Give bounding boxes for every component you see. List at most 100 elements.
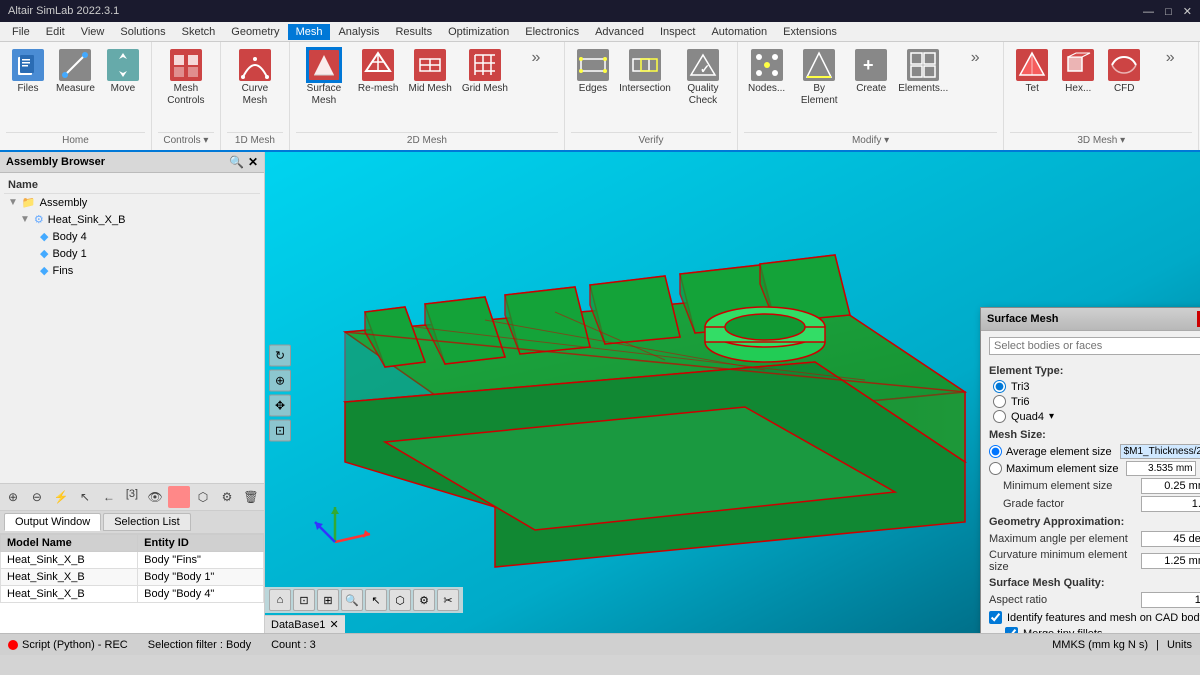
heatsink-label: Heat_Sink_X_B <box>48 214 126 226</box>
menu-inspect[interactable]: Inspect <box>652 24 703 40</box>
tb-expand-icon[interactable]: ⊕ <box>2 486 24 508</box>
ribbon-group-2dmesh: Surface Mesh Re-mesh Mid Mesh Grid Mesh … <box>290 42 565 150</box>
vp-mesh-btn[interactable]: ⬡ <box>389 589 411 611</box>
radio-max-size[interactable] <box>989 462 1002 475</box>
tb-delete-icon[interactable]: 🗑 <box>240 486 262 508</box>
col-entity-id: Entity ID <box>138 535 264 552</box>
vc-pan-btn[interactable]: ✥ <box>269 394 291 416</box>
menu-optimization[interactable]: Optimization <box>440 24 517 40</box>
vp-frame-btn[interactable]: ⊡ <box>293 589 315 611</box>
tb-settings-icon[interactable]: ⚙ <box>216 486 238 508</box>
menu-file[interactable]: File <box>4 24 38 40</box>
identify-features-row: Identify features and mesh on CAD body <box>989 611 1200 624</box>
vp-home-btn[interactable]: ⌂ <box>269 589 291 611</box>
radio-tri3-input[interactable] <box>993 380 1006 393</box>
ribbon-btn-more-2d[interactable]: » <box>514 46 558 70</box>
close-btn[interactable]: ✕ <box>1183 6 1192 18</box>
menu-analysis[interactable]: Analysis <box>330 24 387 40</box>
tb-color-icon[interactable] <box>168 486 190 508</box>
identify-features-checkbox[interactable] <box>989 611 1002 624</box>
vc-rotate-btn[interactable]: ↻ <box>269 344 291 366</box>
ribbon-btn-tet[interactable]: Tet <box>1010 46 1054 98</box>
vp-settings-btn[interactable]: ⚙ <box>413 589 435 611</box>
vp-select-btn[interactable]: ↖ <box>365 589 387 611</box>
radio-tri3[interactable]: Tri3 <box>993 380 1200 393</box>
viewport-tab-close[interactable]: ✕ <box>329 618 338 631</box>
tab-output-window[interactable]: Output Window <box>4 513 101 531</box>
avg-size-value[interactable]: $M1_Thickness/2 <box>1120 444 1200 459</box>
tab-selection-list[interactable]: Selection List <box>103 513 190 531</box>
search-icon[interactable]: 🔍 <box>229 155 244 169</box>
radio-quad4-input[interactable] <box>993 410 1006 423</box>
ribbon-btn-more-modify[interactable]: » <box>953 46 997 70</box>
ribbon-btn-edges[interactable]: Edges <box>571 46 615 98</box>
ribbon-btn-remesh[interactable]: Re-mesh <box>354 46 403 98</box>
radio-quad4[interactable]: Quad4 ▾ <box>993 410 1200 423</box>
ribbon-btn-hex[interactable]: Hex... <box>1056 46 1100 98</box>
select-bodies-input[interactable] <box>989 337 1200 355</box>
vc-fit-btn[interactable]: ⊡ <box>269 419 291 441</box>
tb-collapse-icon[interactable]: ⊖ <box>26 486 48 508</box>
tb-mesh-icon[interactable]: ⬡ <box>192 486 214 508</box>
tree-item-fins[interactable]: ◆ Fins <box>4 262 260 279</box>
ribbon-btn-grid-mesh[interactable]: Grid Mesh <box>458 46 512 98</box>
minimize-btn[interactable]: — <box>1143 6 1154 18</box>
vp-zoom-in-btn[interactable]: 🔍 <box>341 589 363 611</box>
quad4-expand-icon[interactable]: ▾ <box>1049 411 1054 422</box>
maximize-btn[interactable]: □ <box>1165 6 1172 18</box>
menu-electronics[interactable]: Electronics <box>517 24 587 40</box>
tree-item-body4[interactable]: ◆ Body 4 <box>4 228 260 245</box>
ribbon-btn-mesh-controls[interactable]: Mesh Controls <box>158 46 214 110</box>
tree-item-heatsink[interactable]: ▼ ⚙ Heat_Sink_X_B <box>4 211 260 228</box>
aspect-ratio-value[interactable]: 10 <box>1141 592 1200 608</box>
menu-view[interactable]: View <box>73 24 113 40</box>
menu-extensions[interactable]: Extensions <box>775 24 845 40</box>
menu-results[interactable]: Results <box>387 24 440 40</box>
viewport[interactable]: ↻ ⊕ ✥ ⊡ ⌂ ⊡ ⊞ 🔍 ↖ ⬡ ⚙ ✂ DataBase1 ✕ Surf… <box>265 152 1200 633</box>
ribbon-btn-more-3d[interactable]: » <box>1148 46 1192 70</box>
tree-item-assembly[interactable]: ▼ 📁 Assembly <box>4 194 260 211</box>
grade-factor-value[interactable]: 1.5 <box>1141 496 1200 512</box>
vc-zoom-btn[interactable]: ⊕ <box>269 369 291 391</box>
tree-item-body1[interactable]: ◆ Body 1 <box>4 245 260 262</box>
dialog-body: Element Type: Tri3 Tri6 Quad4 ▾ <box>981 331 1200 633</box>
ribbon-btn-create[interactable]: + Create <box>849 46 893 98</box>
menu-sketch[interactable]: Sketch <box>174 24 224 40</box>
ribbon-btn-move[interactable]: Move <box>101 46 145 98</box>
ribbon-btn-nodes[interactable]: Nodes... <box>744 46 789 98</box>
assembly-browser: Assembly Browser 🔍 ✕ Name ▼ 📁 Assembly ▼… <box>0 152 264 483</box>
menu-solutions[interactable]: Solutions <box>112 24 173 40</box>
close-panel-icon[interactable]: ✕ <box>248 155 258 169</box>
tb-back-icon[interactable]: ← <box>98 486 120 508</box>
radio-avg-size[interactable] <box>989 445 1002 458</box>
radio-tri6[interactable]: Tri6 <box>993 395 1200 408</box>
ribbon-btn-surface-mesh[interactable]: Surface Mesh <box>296 46 352 110</box>
menu-advanced[interactable]: Advanced <box>587 24 652 40</box>
ribbon-btn-measure[interactable]: Measure <box>52 46 99 98</box>
vp-clip-btn[interactable]: ✂ <box>437 589 459 611</box>
ribbon-btn-files[interactable]: Files <box>6 46 50 98</box>
vp-zoom-fit-btn[interactable]: ⊞ <box>317 589 339 611</box>
ribbon-btn-quality-check[interactable]: ✓ Quality Check <box>675 46 731 110</box>
dialog-titlebar[interactable]: Surface Mesh ✕ <box>981 308 1200 331</box>
menu-geometry[interactable]: Geometry <box>223 24 287 40</box>
menu-mesh[interactable]: Mesh <box>288 24 331 40</box>
tb-hide-icon[interactable]: 👁 <box>144 486 166 508</box>
tb-select-icon[interactable]: ↖ <box>74 486 96 508</box>
move-icon <box>107 49 139 81</box>
ribbon-btn-by-element[interactable]: By Element <box>791 46 847 110</box>
ribbon-btn-curve-mesh[interactable]: Curve Mesh <box>227 46 283 110</box>
ribbon-btn-intersection[interactable]: Intersection <box>617 46 673 98</box>
curvature-value[interactable]: 1.25 mm <box>1141 553 1200 569</box>
merge-fillets-checkbox[interactable] <box>1005 627 1018 633</box>
ribbon-btn-cfd[interactable]: CFD <box>1102 46 1146 98</box>
ribbon-btn-mid-mesh[interactable]: Mid Mesh <box>404 46 455 98</box>
radio-tri6-input[interactable] <box>993 395 1006 408</box>
max-angle-value[interactable]: 45 deg <box>1141 531 1200 547</box>
menu-edit[interactable]: Edit <box>38 24 73 40</box>
max-size-value[interactable]: 3.535 mm <box>1126 461 1196 476</box>
min-size-value[interactable]: 0.25 mm <box>1141 478 1200 494</box>
tb-filter-icon[interactable]: ⚡ <box>50 486 72 508</box>
menu-automation[interactable]: Automation <box>703 24 775 40</box>
ribbon-btn-elements[interactable]: Elements... <box>895 46 951 98</box>
